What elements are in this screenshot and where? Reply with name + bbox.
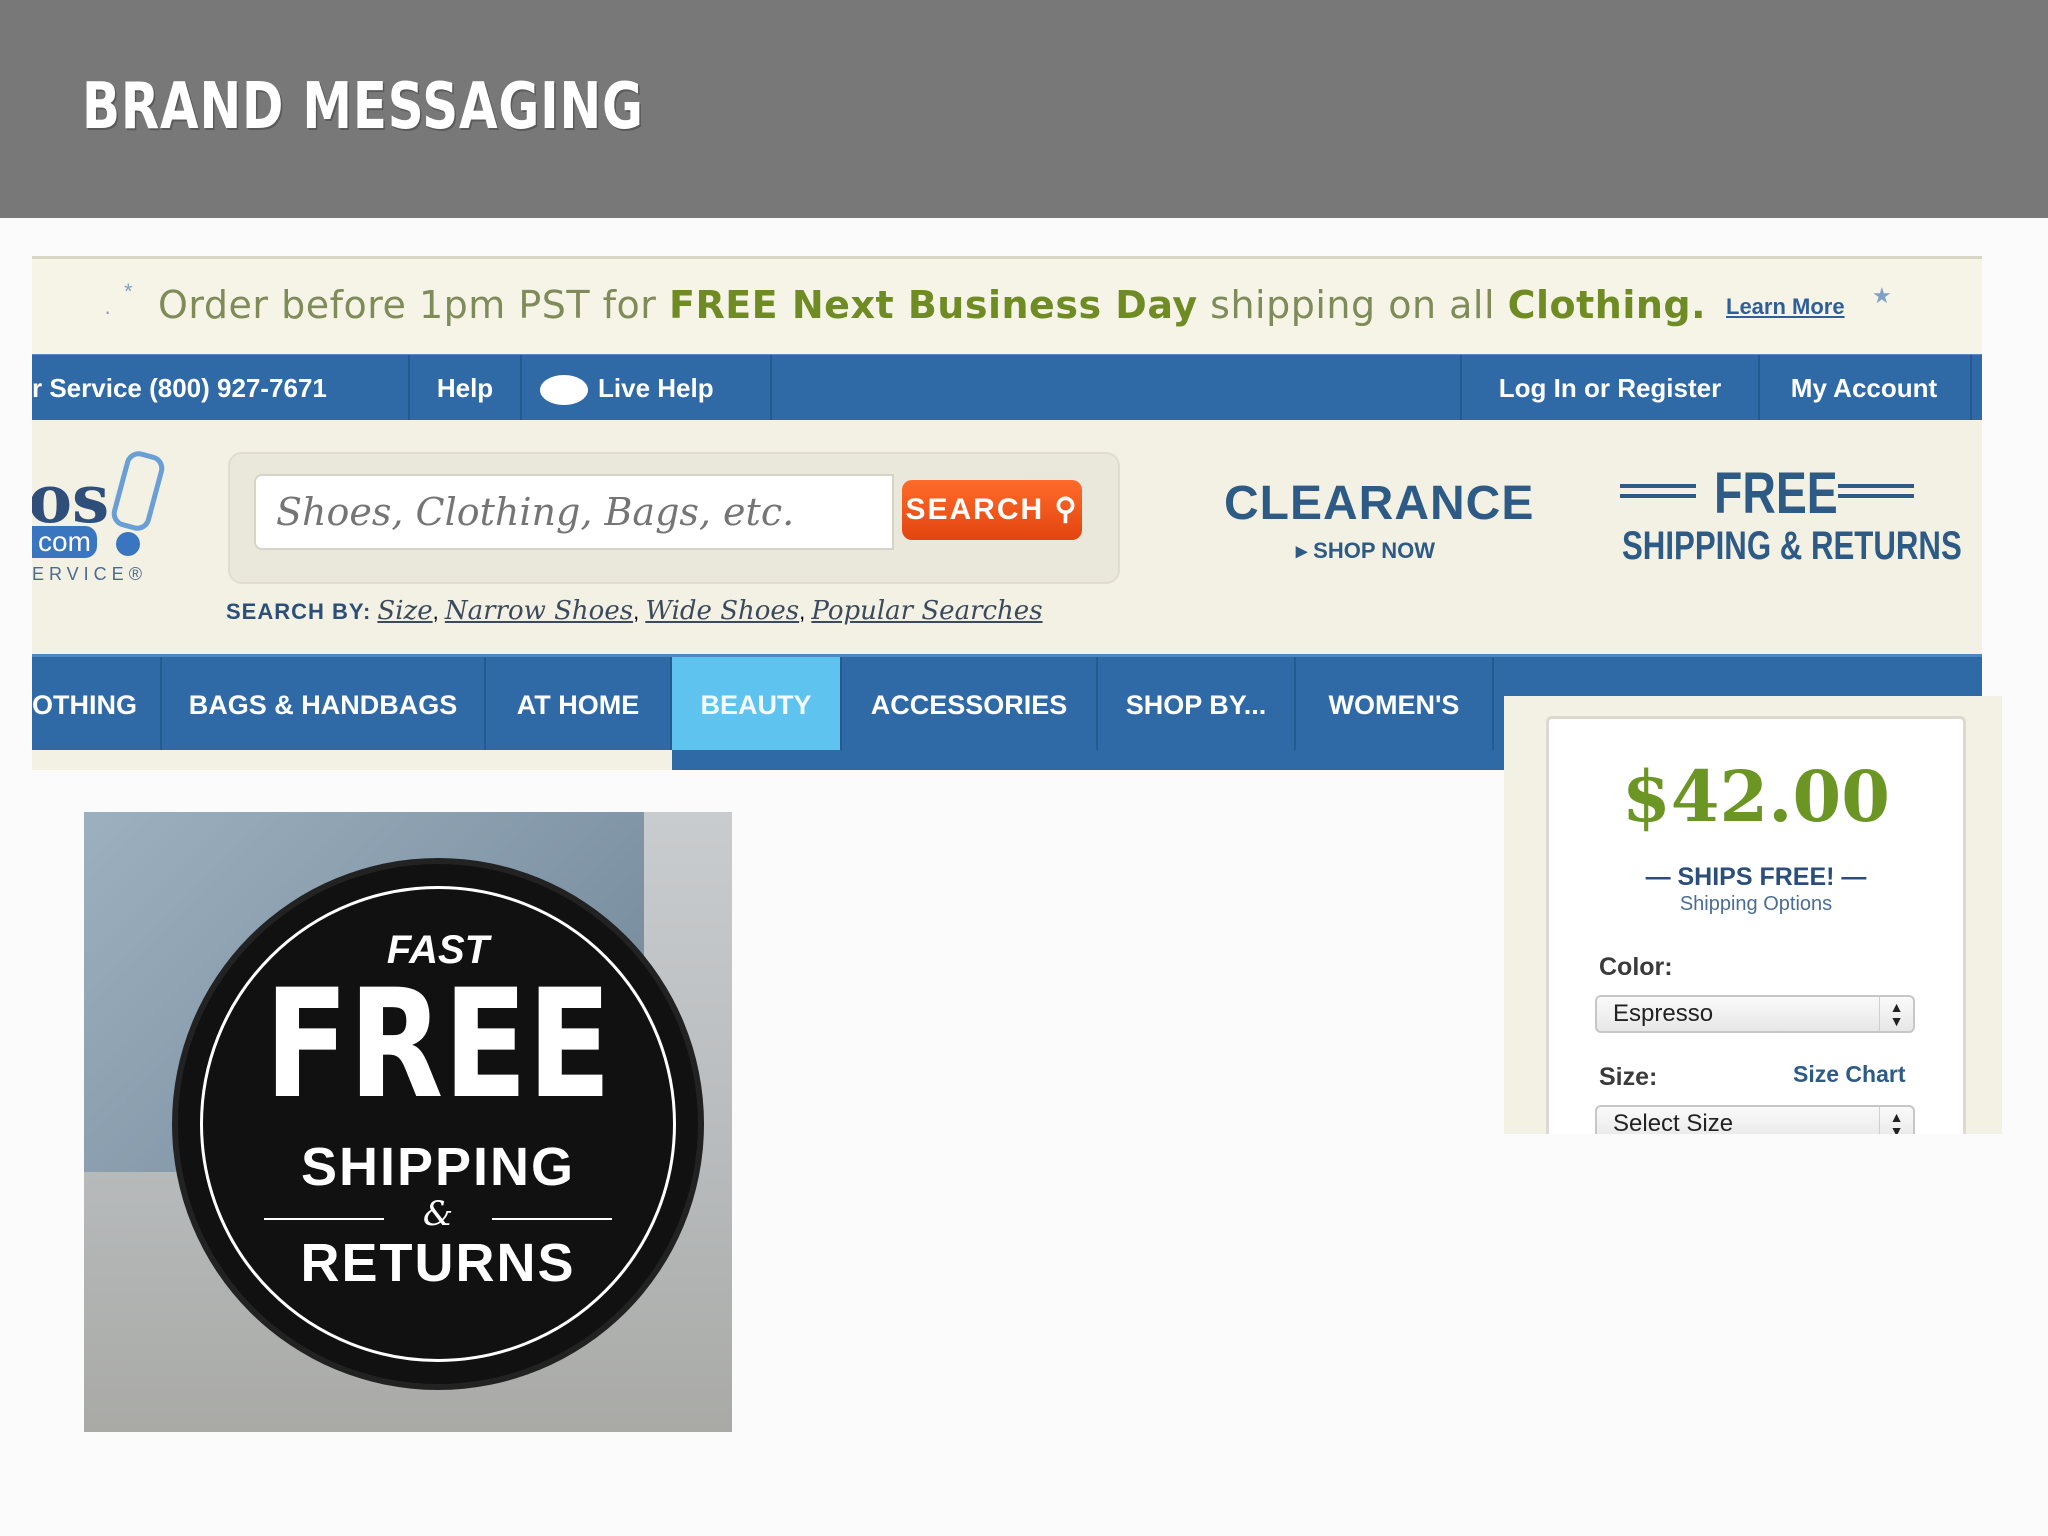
shipping-options-link[interactable]: Shipping Options bbox=[1549, 893, 1963, 916]
star-icon: * bbox=[124, 279, 133, 304]
select-arrows-icon: ▲ ▼ bbox=[1879, 997, 1913, 1031]
nav-womens[interactable]: WOMEN'S bbox=[1296, 657, 1494, 753]
live-help-link[interactable]: Live Help bbox=[522, 355, 772, 421]
color-select[interactable]: Espresso ▲ ▼ bbox=[1595, 995, 1915, 1033]
nav-accessories[interactable]: ACCESSORIES bbox=[842, 657, 1098, 753]
popular-searches-link[interactable]: Popular Searches bbox=[811, 596, 1042, 626]
logo-dot bbox=[116, 532, 140, 556]
promo-banner: · * Order before 1pm PST for FREE Next B… bbox=[32, 256, 1982, 357]
customer-service-phone[interactable]: r Service (800) 927-7671 bbox=[32, 355, 410, 421]
search-by-size-link[interactable]: Size bbox=[377, 596, 432, 626]
badge-divider bbox=[492, 1218, 612, 1220]
shoe-icon bbox=[108, 448, 168, 534]
product-price: $42.00 bbox=[1622, 755, 1890, 838]
slide-header: BRAND MESSAGING bbox=[0, 0, 2048, 218]
utility-bar: r Service (800) 927-7671 Help Live Help … bbox=[32, 354, 1982, 422]
site-screenshot: · * Order before 1pm PST for FREE Next B… bbox=[32, 256, 1982, 770]
search-by-wide-link[interactable]: Wide Shoes bbox=[645, 596, 799, 626]
logo-service: ERVICE® bbox=[32, 564, 147, 584]
free-text: FREE bbox=[1714, 461, 1838, 526]
slide-title: BRAND MESSAGING bbox=[82, 70, 644, 144]
sub-nav-strip bbox=[32, 750, 672, 770]
login-register-link[interactable]: Log In or Register bbox=[1460, 355, 1760, 421]
search-icon: ⚲ bbox=[1054, 493, 1079, 526]
badge-free: FREE bbox=[264, 958, 612, 1132]
search-box: SEARCH ⚲ bbox=[228, 452, 1120, 584]
size-chart-link[interactable]: Size Chart bbox=[1793, 1061, 1905, 1088]
search-by-narrow-link[interactable]: Narrow Shoes bbox=[445, 596, 633, 626]
product-price-panel: $42.00 — SHIPS FREE! — Shipping Options … bbox=[1504, 696, 2002, 1134]
color-label: Color: bbox=[1599, 953, 1673, 981]
nav-bags-handbags[interactable]: BAGS & HANDBAGS bbox=[162, 657, 486, 753]
nav-at-home[interactable]: AT HOME bbox=[486, 657, 672, 753]
shipping-returns-text: SHIPPING & RETURNS bbox=[1622, 524, 1962, 568]
nav-shop-by[interactable]: SHOP BY... bbox=[1098, 657, 1296, 753]
free-shipping-badge-photo: FAST FREE SHIPPING & RETURNS bbox=[84, 812, 732, 1432]
chat-bubble-icon bbox=[540, 375, 588, 406]
nav-clothing[interactable]: OTHING bbox=[32, 657, 162, 753]
price-card: $42.00 — SHIPS FREE! — Shipping Options … bbox=[1546, 716, 1966, 1134]
my-account-link[interactable]: My Account bbox=[1758, 355, 1972, 421]
promo-text: Order before 1pm PST for FREE Next Busin… bbox=[158, 283, 1707, 327]
logo-com: com bbox=[32, 526, 97, 558]
star-icon: ★ bbox=[1872, 283, 1892, 308]
badge-returns: RETURNS bbox=[300, 1233, 576, 1293]
header-row: os com ERVICE® SEARCH ⚲ SEARCH BY: Size,… bbox=[32, 420, 1982, 652]
size-select[interactable]: Select Size ▲ ▼ bbox=[1595, 1105, 1915, 1134]
shop-now-link[interactable]: ▸ SHOP NOW bbox=[1296, 538, 1435, 564]
badge-ampersand: & bbox=[422, 1194, 454, 1234]
nav-beauty[interactable]: BEAUTY bbox=[672, 657, 842, 753]
caret-right-icon: ▸ bbox=[1296, 538, 1308, 563]
search-input[interactable] bbox=[254, 474, 894, 550]
badge-shipping: SHIPPING bbox=[300, 1137, 576, 1197]
ships-free-label: — SHIPS FREE! — bbox=[1645, 863, 1867, 891]
clearance-title: CLEARANCE bbox=[1224, 477, 1535, 530]
free-shipping-badge: FAST FREE SHIPPING & RETURNS bbox=[178, 864, 698, 1384]
select-arrows-icon: ▲ ▼ bbox=[1879, 1107, 1913, 1134]
help-link[interactable]: Help bbox=[410, 355, 522, 421]
size-label: Size: bbox=[1599, 1063, 1658, 1091]
decor-lines bbox=[1838, 484, 1914, 498]
star-icon: · bbox=[104, 299, 112, 324]
search-button[interactable]: SEARCH ⚲ bbox=[902, 480, 1082, 540]
decor-lines bbox=[1620, 484, 1696, 498]
search-by: SEARCH BY: Size, Narrow Shoes, Wide Shoe… bbox=[226, 596, 1043, 626]
learn-more-link[interactable]: Learn More bbox=[1726, 294, 1845, 320]
